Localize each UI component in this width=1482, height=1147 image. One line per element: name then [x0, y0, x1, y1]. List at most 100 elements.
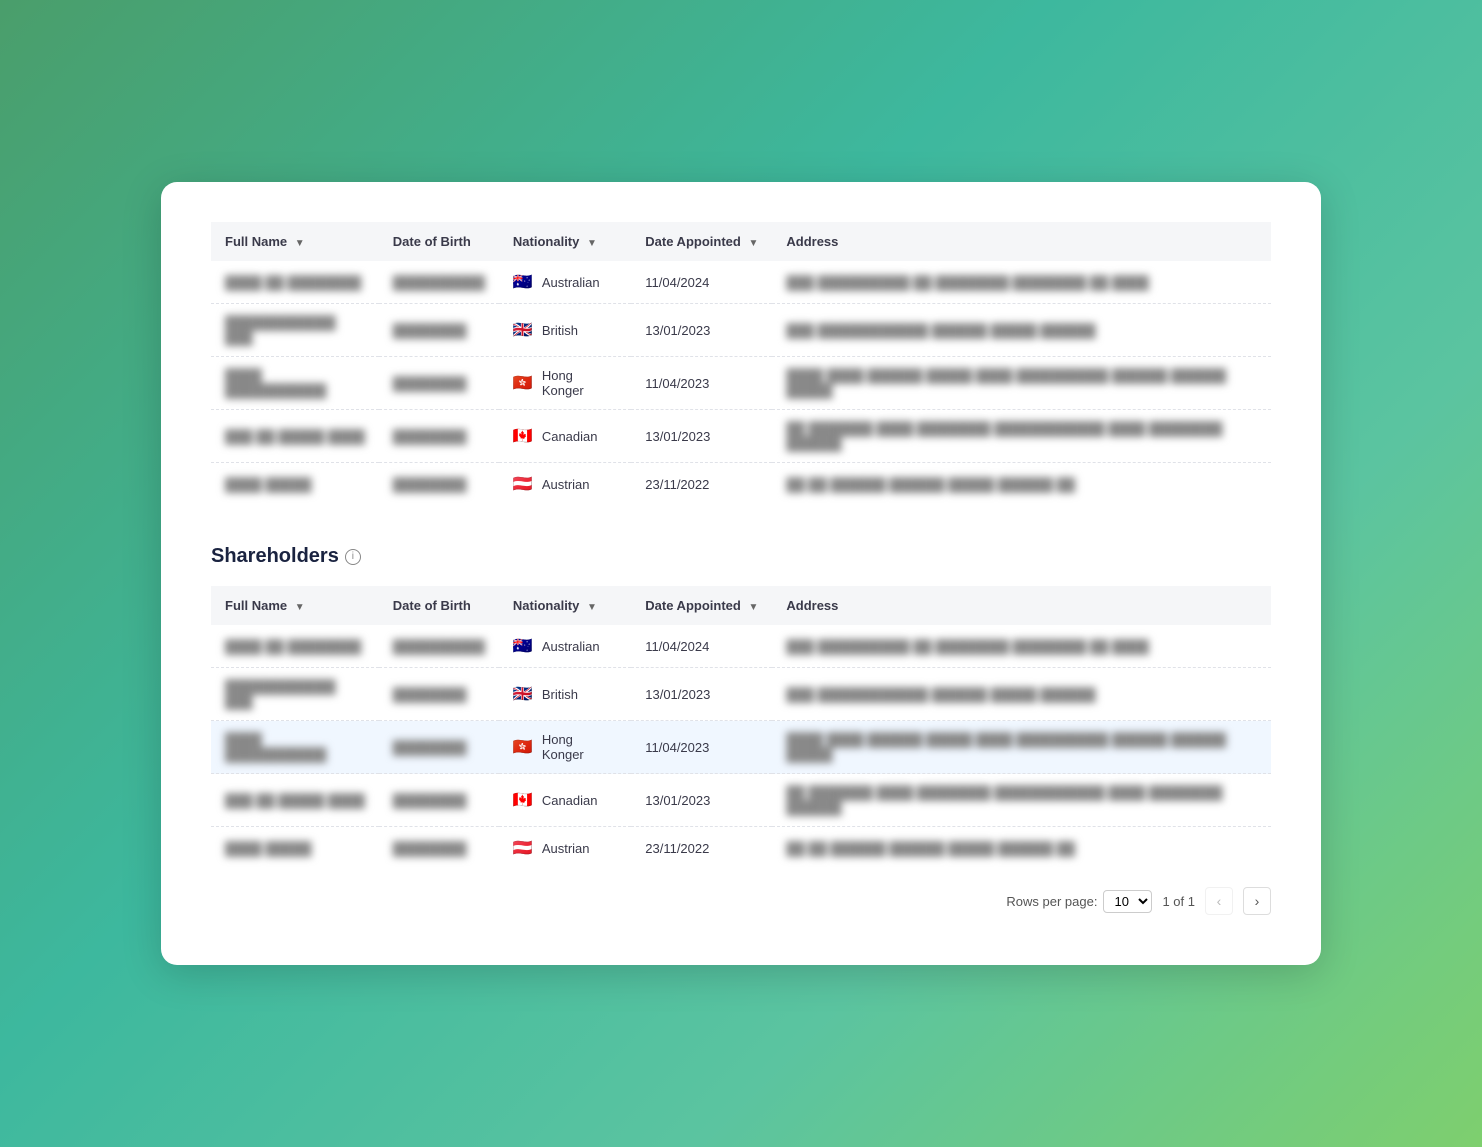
cell-date-appointed: 13/01/2023 [631, 304, 772, 357]
nationality-text: Hong Konger [542, 732, 617, 762]
flag-icon: 🇭🇰 [513, 373, 533, 393]
cell-name: ███ ██ █████ ████ [211, 774, 379, 827]
cell-date-appointed: 11/04/2023 [631, 721, 772, 774]
rows-per-page: Rows per page: 10 25 50 [1006, 890, 1152, 913]
main-card: Full Name ▼ Date of Birth Nationality ▼ … [161, 182, 1321, 965]
cell-address: ██ ██ ██████ ██████ █████ ██████ ██ [772, 827, 1271, 870]
cell-date-appointed: 13/01/2023 [631, 410, 772, 463]
col-address-top: Address [772, 222, 1271, 261]
cell-address: ███ ████████████ ██████ █████ ██████ [772, 304, 1271, 357]
shareholders-body: ████ ██ ████████ ██████████ 🇦🇺 Australian 11… [211, 625, 1271, 869]
cell-name: ████ ███████████ [211, 721, 379, 774]
cell-date-appointed: 23/11/2022 [631, 827, 772, 870]
table-row: ████ ██ ████████ ██████████ 🇦🇺 Australian 11… [211, 625, 1271, 668]
cell-address: ██ ███████ ████ ████████ ████████████ ██… [772, 410, 1271, 463]
cell-address: ██ ███████ ████ ████████ ████████████ ██… [772, 774, 1271, 827]
nationality-text: British [542, 323, 578, 338]
nationality-text: Austrian [542, 841, 590, 856]
flag-icon: 🇭🇰 [513, 737, 533, 757]
cell-dob: ██████████ [379, 625, 499, 668]
cell-nationality: 🇦🇹 Austrian [499, 827, 631, 870]
top-table-body: ████ ██ ████████ ██████████ 🇦🇺 Australian 11… [211, 261, 1271, 505]
sort-icon-dateappointed-sh: ▼ [748, 602, 758, 613]
cell-address: ███ ██████████ ██ ████████ ████████ ██ █… [772, 625, 1271, 668]
flag-icon: 🇬🇧 [513, 684, 533, 704]
table-row: ████████████ ███ ████████ 🇬🇧 British 13/01/2… [211, 304, 1271, 357]
cell-address: ███ ████████████ ██████ █████ ██████ [772, 668, 1271, 721]
col-dob-top: Date of Birth [379, 222, 499, 261]
cell-name: ████ ███████████ [211, 357, 379, 410]
cell-date-appointed: 11/04/2024 [631, 625, 772, 668]
nationality-text: British [542, 687, 578, 702]
cell-date-appointed: 11/04/2023 [631, 357, 772, 410]
cell-dob: ████████ [379, 357, 499, 410]
name-link[interactable]: ████ █████ [225, 477, 312, 492]
flag-icon: 🇦🇹 [513, 838, 533, 858]
flag-icon: 🇬🇧 [513, 320, 533, 340]
pagination-row: Rows per page: 10 25 50 1 of 1 ‹ › [211, 887, 1271, 915]
flag-icon: 🇦🇺 [513, 636, 533, 656]
name-link[interactable]: ████████████ ███ [225, 679, 336, 709]
cell-date-appointed: 13/01/2023 [631, 668, 772, 721]
rows-per-page-label: Rows per page: [1006, 894, 1097, 909]
cell-nationality: 🇦🇺 Australian [499, 625, 631, 668]
cell-nationality: 🇨🇦Canadian [499, 410, 631, 463]
cell-name: ████████████ ███ [211, 304, 379, 357]
cell-name: ████ ██ ████████ [211, 625, 379, 668]
cell-dob: ██████████ [379, 261, 499, 304]
name-link[interactable]: ████ ███████████ [225, 368, 326, 398]
name-link[interactable]: ███ ██ █████ ████ [225, 793, 365, 808]
cell-name: ████ █████ [211, 827, 379, 870]
col-dateappointed-top[interactable]: Date Appointed ▼ [631, 222, 772, 261]
cell-nationality: 🇭🇰Hong Konger [499, 357, 631, 410]
name-link[interactable]: ████ ███████████ [225, 732, 326, 762]
sort-icon-fullname-top: ▼ [295, 238, 305, 249]
cell-name: ████ █████ [211, 463, 379, 506]
nationality-text: Canadian [542, 429, 598, 444]
name-link[interactable]: ████████████ ███ [225, 315, 336, 345]
sort-icon-nationality-sh: ▼ [587, 602, 597, 613]
prev-page-button[interactable]: ‹ [1205, 887, 1233, 915]
cell-dob: ████████ [379, 304, 499, 357]
col-fullname-sh[interactable]: Full Name ▼ [211, 586, 379, 625]
nationality-text: Canadian [542, 793, 598, 808]
cell-nationality: 🇬🇧 British [499, 668, 631, 721]
sort-icon-nationality-top: ▼ [587, 238, 597, 249]
table-row: ████ ██ ██████████████████🇦🇺Australian11… [211, 261, 1271, 304]
cell-address: ████ ████ ██████ █████ ████ ██████████ █… [772, 357, 1271, 410]
shareholders-table: Full Name ▼ Date of Birth Nationality ▼ … [211, 586, 1271, 869]
rows-per-page-select[interactable]: 10 25 50 [1103, 890, 1152, 913]
cell-name: ███ ██ █████ ████ [211, 410, 379, 463]
col-fullname-top[interactable]: Full Name ▼ [211, 222, 379, 261]
name-link[interactable]: ████ ██ ████████ [225, 639, 361, 654]
col-dob-sh: Date of Birth [379, 586, 499, 625]
table-row: ███ ██ █████ ████████████🇨🇦Canadian13/01… [211, 410, 1271, 463]
cell-address: ███ ██████████ ██ ████████ ████████ ██ █… [772, 261, 1271, 304]
flag-icon: 🇦🇹 [513, 474, 533, 494]
page-info: 1 of 1 [1162, 894, 1195, 909]
next-page-button[interactable]: › [1243, 887, 1271, 915]
cell-nationality: 🇦🇹Austrian [499, 463, 631, 506]
info-icon[interactable]: i [345, 549, 361, 565]
cell-date-appointed: 23/11/2022 [631, 463, 772, 506]
cell-dob: ████████ [379, 463, 499, 506]
cell-nationality: 🇦🇺 Australian [499, 261, 631, 304]
col-nationality-sh[interactable]: Nationality ▼ [499, 586, 631, 625]
col-dateappointed-sh[interactable]: Date Appointed ▼ [631, 586, 772, 625]
name-link[interactable]: ████ █████ [225, 841, 312, 856]
cell-dob: ████████ [379, 721, 499, 774]
name-link[interactable]: ███ ██ █████ ████ [225, 429, 365, 444]
cell-date-appointed: 13/01/2023 [631, 774, 772, 827]
top-table-section: Full Name ▼ Date of Birth Nationality ▼ … [211, 222, 1271, 505]
col-nationality-top[interactable]: Nationality ▼ [499, 222, 631, 261]
cell-nationality: 🇭🇰 Hong Konger [499, 721, 631, 774]
shareholders-header-row: Full Name ▼ Date of Birth Nationality ▼ … [211, 586, 1271, 625]
shareholders-section: Shareholders i Full Name ▼ Date of Birth… [211, 545, 1271, 915]
cell-dob: ████████ [379, 774, 499, 827]
flag-icon: 🇦🇺 [513, 272, 533, 292]
name-link[interactable]: ████ ██ ████████ [225, 275, 361, 290]
nationality-text: Australian [542, 639, 600, 654]
table-row: ████████████ ███████████🇬🇧British13/01/2… [211, 668, 1271, 721]
nationality-text: Australian [542, 275, 600, 290]
table-row: ███ ██ █████ ████████████🇨🇦Canadian13/01… [211, 774, 1271, 827]
